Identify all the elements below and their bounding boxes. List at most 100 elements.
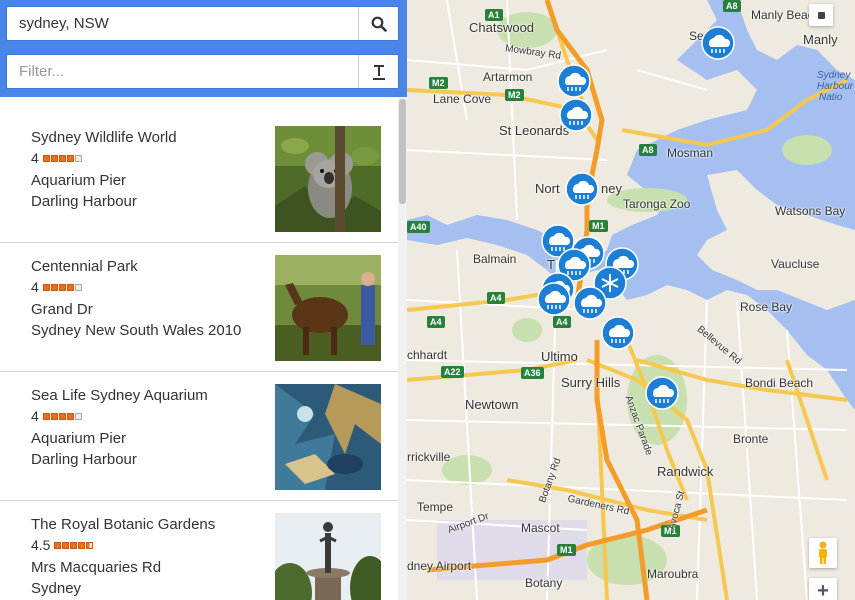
address-line-1: Grand Dr	[31, 301, 93, 318]
map-label: Bondi Beach	[745, 376, 814, 390]
search-button[interactable]	[358, 7, 398, 40]
list-item[interactable]: The Royal Botanic Gardens 4.5 Mrs Macqua…	[0, 501, 398, 600]
map-label: ney	[601, 181, 622, 196]
map-label: Bronte	[733, 432, 769, 446]
map-label: Taronga Zoo	[623, 197, 691, 211]
map-label: Mascot	[521, 521, 560, 535]
route-shield: A4	[487, 292, 505, 304]
route-shield: A8	[639, 144, 657, 156]
search-panel	[0, 0, 407, 97]
map-label: Vaucluse	[771, 257, 820, 271]
pegman-button[interactable]	[809, 538, 837, 568]
map-label: Watsons Bay	[775, 204, 846, 218]
list-item[interactable]: Sea Life Sydney Aquarium 4 Aquarium Pier…	[0, 372, 398, 501]
address-line-1: Mrs Macquaries Rd	[31, 559, 162, 576]
map-label: Manly	[803, 32, 838, 47]
rain-weather-marker-icon[interactable]	[701, 26, 735, 60]
map-label: Sydney	[817, 70, 851, 81]
list-item[interactable]: Centennial Park 4 Grand Dr Sydney New So…	[0, 243, 398, 372]
rain-weather-marker-icon[interactable]	[559, 98, 593, 132]
rain-weather-marker-icon[interactable]	[557, 64, 591, 98]
rating-stars-icon	[42, 283, 82, 291]
map-label: dney Airport	[407, 559, 472, 573]
map-label: Harbour	[817, 81, 854, 92]
rating: 4	[31, 150, 82, 166]
rating-value: 4.5	[31, 537, 51, 553]
map-label: Randwick	[657, 464, 714, 479]
map-label: Natio	[819, 92, 843, 103]
rating-stars-icon	[54, 541, 94, 549]
rating: 4	[31, 408, 82, 424]
route-shield: A4	[427, 316, 445, 328]
map-label: Newtown	[465, 397, 519, 412]
route-shield: A40	[407, 221, 430, 233]
address-line-2: Sydney New South Wales 2010	[31, 322, 242, 339]
rating: 4.5	[31, 537, 94, 553]
map-label: Surry Hills	[561, 375, 621, 390]
list-item[interactable]: Sydney Wildlife World 4 Aquarium Pier Da…	[0, 114, 398, 243]
map-label: Rose Bay	[740, 300, 793, 314]
address-line-2: Darling Harbour	[31, 193, 137, 210]
map-label: rrickville	[407, 450, 451, 464]
rain-weather-marker-icon[interactable]	[601, 316, 635, 350]
pegman-icon	[819, 541, 827, 564]
square-icon	[817, 11, 825, 19]
place-name[interactable]: Sydney Wildlife World	[31, 129, 177, 146]
map-label: Ultimo	[541, 349, 578, 364]
place-name[interactable]: Sea Life Sydney Aquarium	[31, 387, 208, 404]
map[interactable]: A1 A8 M2 M2 A8 M1 A40 A4 A4 A4 A22 A36 M…	[407, 0, 855, 600]
map-label: Mosman	[667, 146, 714, 160]
map-label: T	[547, 257, 555, 272]
rain-weather-marker-icon[interactable]	[537, 282, 571, 316]
text-format-icon	[372, 64, 385, 80]
rain-weather-marker-icon[interactable]	[573, 286, 607, 320]
address-line-1: Aquarium Pier	[31, 172, 127, 189]
rating: 4	[31, 279, 82, 295]
map-label: Balmain	[473, 252, 517, 266]
route-shield: M2	[429, 77, 448, 89]
aquarium-photo[interactable]	[275, 384, 381, 490]
filter-bar	[6, 54, 399, 89]
route-shield: A36	[521, 367, 544, 379]
place-name[interactable]: Centennial Park	[31, 258, 138, 275]
map-label: Nort	[535, 181, 560, 196]
route-shield: M1	[557, 544, 576, 556]
rating-stars-icon	[42, 154, 82, 162]
search-icon	[371, 16, 387, 32]
map-label: chhardt	[407, 348, 448, 362]
sidebar: Sydney Wildlife World 4 Aquarium Pier Da…	[0, 0, 407, 600]
rain-weather-marker-icon[interactable]	[565, 172, 599, 206]
map-type-toggle[interactable]	[809, 4, 833, 26]
horse-photo[interactable]	[275, 255, 381, 361]
route-shield: M1	[589, 220, 608, 232]
place-name[interactable]: The Royal Botanic Gardens	[31, 516, 215, 533]
filter-input[interactable]	[7, 55, 358, 88]
rating-value: 4	[31, 150, 39, 166]
route-shield: A8	[723, 0, 741, 12]
map-label: Artarmon	[483, 70, 533, 84]
garden-statue-photo[interactable]	[275, 513, 381, 600]
address-line-2: Darling Harbour	[31, 451, 137, 468]
koala-photo[interactable]	[275, 126, 381, 232]
address-line-2: Sydney	[31, 580, 82, 597]
rating-stars-icon	[42, 412, 82, 420]
search-bar	[6, 6, 399, 41]
rain-weather-marker-icon[interactable]	[645, 376, 679, 410]
rating-value: 4	[31, 408, 39, 424]
results-scrollbar[interactable]	[398, 97, 407, 600]
route-shield: A4	[553, 316, 571, 328]
results-list: Sydney Wildlife World 4 Aquarium Pier Da…	[0, 114, 398, 600]
map-label: Lane Cove	[433, 92, 492, 106]
map-label: Maroubra	[647, 567, 699, 581]
map-label: Chatswood	[469, 20, 535, 35]
search-input[interactable]	[7, 7, 358, 40]
rating-value: 4	[31, 279, 39, 295]
address-line-1: Aquarium Pier	[31, 430, 127, 447]
map-label: Botany	[525, 576, 563, 590]
route-shield: M2	[505, 89, 524, 101]
text-format-button[interactable]	[358, 55, 398, 88]
scrollbar-thumb[interactable]	[399, 99, 406, 204]
route-shield: A22	[441, 366, 464, 378]
map-label: Tempe	[417, 500, 454, 514]
zoom-in-button[interactable]: +	[809, 578, 837, 600]
